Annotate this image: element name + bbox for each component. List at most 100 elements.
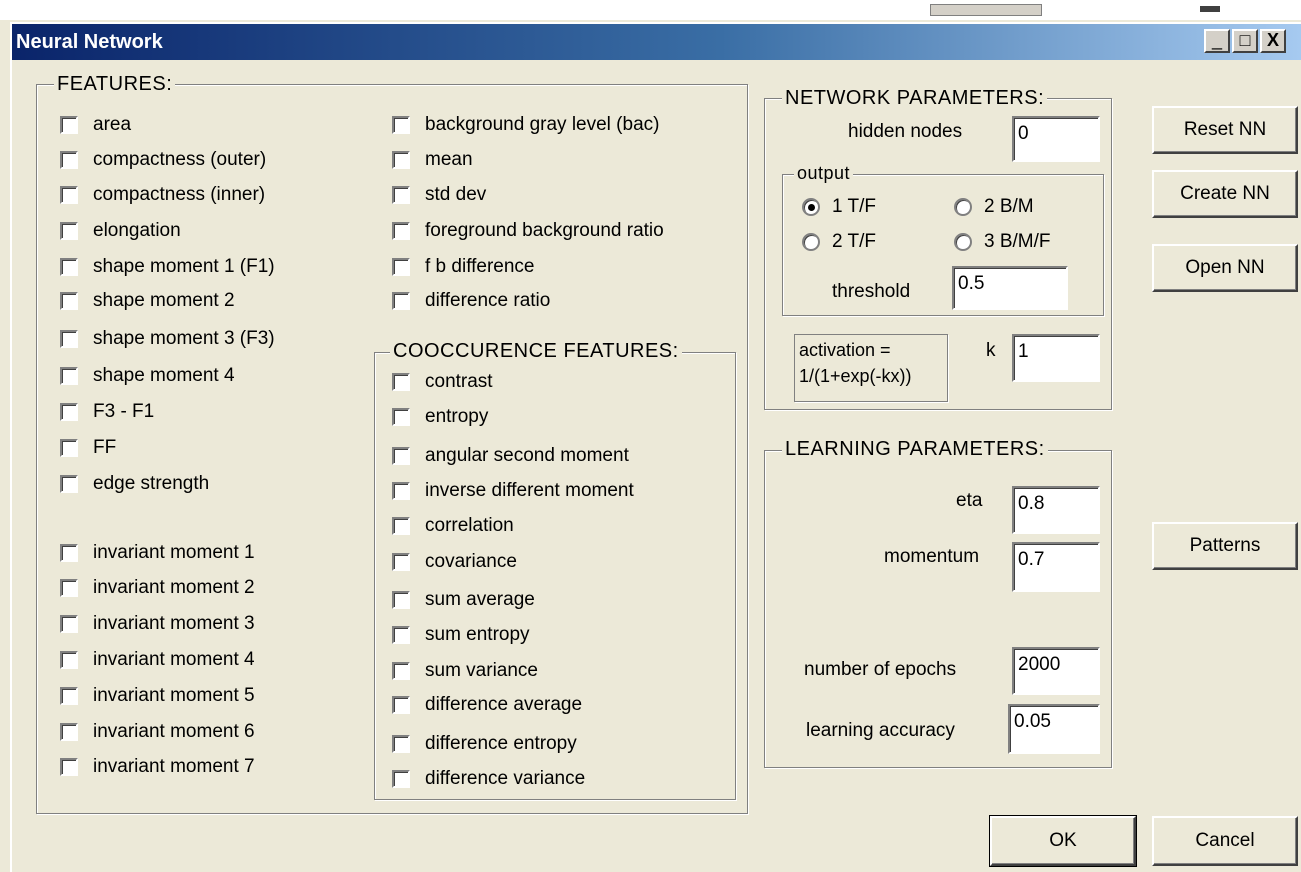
checkbox-invariant-moment-5[interactable]: invariant moment 5 (60, 681, 255, 711)
checkbox-invariant-moment-6[interactable]: invariant moment 6 (60, 717, 255, 747)
checkbox-box[interactable] (392, 770, 410, 788)
checkbox-box[interactable] (60, 116, 78, 134)
checkbox-shape-moment-4[interactable]: shape moment 4 (60, 361, 235, 391)
checkbox-entropy[interactable]: entropy (392, 402, 488, 432)
checkbox-f3-f1[interactable]: F3 - F1 (60, 397, 154, 427)
checkbox-inverse-different-moment[interactable]: inverse different moment (392, 476, 634, 506)
radio-1-tf[interactable]: 1 T/F (802, 193, 876, 221)
maximize-button[interactable]: □ (1232, 29, 1258, 53)
checkbox-invariant-moment-2[interactable]: invariant moment 2 (60, 573, 255, 603)
hidden-nodes-input[interactable]: 0 (1012, 116, 1100, 162)
checkbox-covariance[interactable]: covariance (392, 547, 517, 577)
checkbox-difference-ratio[interactable]: difference ratio (392, 286, 550, 316)
checkbox-invariant-moment-4[interactable]: invariant moment 4 (60, 645, 255, 675)
checkbox-box[interactable] (392, 662, 410, 680)
radio-3-bmf[interactable]: 3 B/M/F (954, 228, 1051, 256)
cancel-button[interactable]: Cancel (1152, 816, 1298, 866)
checkbox-box[interactable] (60, 151, 78, 169)
checkbox-invariant-moment-7[interactable]: invariant moment 7 (60, 752, 255, 782)
checkbox-box[interactable] (60, 439, 78, 457)
checkbox-ff[interactable]: FF (60, 433, 116, 463)
checkbox-box[interactable] (392, 591, 410, 609)
checkbox-box[interactable] (60, 687, 78, 705)
checkbox-f-b-difference[interactable]: f b difference (392, 252, 535, 282)
checkbox-background-gray-level[interactable]: background gray level (bac) (392, 110, 659, 140)
checkbox-box[interactable] (60, 651, 78, 669)
checkbox-sum-variance[interactable]: sum variance (392, 656, 538, 686)
checkbox-box[interactable] (60, 186, 78, 204)
checkbox-angular-second-moment[interactable]: angular second moment (392, 441, 629, 471)
radio-circle[interactable] (954, 233, 972, 251)
checkbox-edge-strength[interactable]: edge strength (60, 469, 209, 499)
checkbox-box[interactable] (60, 475, 78, 493)
close-button[interactable]: X (1260, 29, 1286, 53)
checkbox-difference-entropy[interactable]: difference entropy (392, 729, 577, 759)
radio-2-bm[interactable]: 2 B/M (954, 193, 1034, 221)
radio-circle[interactable] (802, 198, 820, 216)
checkbox-box[interactable] (392, 292, 410, 310)
patterns-button[interactable]: Patterns (1152, 522, 1298, 570)
checkbox-contrast[interactable]: contrast (392, 367, 493, 397)
checkbox-mean[interactable]: mean (392, 145, 473, 175)
k-input[interactable]: 1 (1012, 334, 1100, 382)
checkbox-correlation[interactable]: correlation (392, 511, 514, 541)
checkbox-box[interactable] (60, 579, 78, 597)
radio-2-tf[interactable]: 2 T/F (802, 228, 876, 256)
checkbox-box[interactable] (392, 696, 410, 714)
checkbox-box[interactable] (60, 292, 78, 310)
checkbox-shape-moment-3[interactable]: shape moment 3 (F3) (60, 324, 275, 354)
open-nn-button[interactable]: Open NN (1152, 244, 1298, 292)
learning-accuracy-input[interactable]: 0.05 (1008, 704, 1100, 754)
checkbox-label: correlation (425, 515, 514, 536)
checkbox-shape-moment-2[interactable]: shape moment 2 (60, 286, 235, 316)
checkbox-box[interactable] (392, 222, 410, 240)
checkbox-box[interactable] (392, 151, 410, 169)
number-of-epochs-input[interactable]: 2000 (1012, 647, 1100, 695)
checkbox-shape-moment-1[interactable]: shape moment 1 (F1) (60, 252, 275, 282)
checkbox-sum-entropy[interactable]: sum entropy (392, 620, 530, 650)
checkbox-std-dev[interactable]: std dev (392, 180, 486, 210)
checkbox-box[interactable] (60, 615, 78, 633)
create-nn-button[interactable]: Create NN (1152, 170, 1298, 218)
reset-nn-button[interactable]: Reset NN (1152, 106, 1298, 154)
checkbox-box[interactable] (60, 258, 78, 276)
checkbox-compactness-inner[interactable]: compactness (inner) (60, 180, 265, 210)
checkbox-box[interactable] (392, 373, 410, 391)
checkbox-box[interactable] (60, 367, 78, 385)
radio-circle[interactable] (954, 198, 972, 216)
radio-circle[interactable] (802, 233, 820, 251)
title-bar[interactable]: Neural Network _ □ X (12, 24, 1301, 60)
checkbox-box[interactable] (60, 758, 78, 776)
checkbox-box[interactable] (392, 553, 410, 571)
threshold-input[interactable]: 0.5 (952, 266, 1068, 310)
checkbox-difference-average[interactable]: difference average (392, 690, 582, 720)
checkbox-box[interactable] (392, 735, 410, 753)
checkbox-difference-variance[interactable]: difference variance (392, 764, 585, 794)
checkbox-box[interactable] (60, 544, 78, 562)
checkbox-sum-average[interactable]: sum average (392, 585, 535, 615)
checkbox-box[interactable] (60, 723, 78, 741)
checkbox-compactness-outer[interactable]: compactness (outer) (60, 145, 266, 175)
ok-button[interactable]: OK (989, 815, 1137, 867)
checkbox-box[interactable] (60, 330, 78, 348)
checkbox-box[interactable] (60, 403, 78, 421)
checkbox-box[interactable] (392, 447, 410, 465)
checkbox-box[interactable] (392, 116, 410, 134)
checkbox-box[interactable] (392, 482, 410, 500)
checkbox-box[interactable] (392, 517, 410, 535)
checkbox-elongation[interactable]: elongation (60, 216, 181, 246)
checkbox-foreground-background-ratio[interactable]: foreground background ratio (392, 216, 664, 246)
checkbox-box[interactable] (392, 408, 410, 426)
radio-label: 3 B/M/F (984, 231, 1051, 252)
checkbox-box[interactable] (392, 186, 410, 204)
checkbox-area[interactable]: area (60, 110, 131, 140)
checkbox-box[interactable] (392, 258, 410, 276)
checkbox-box[interactable] (60, 222, 78, 240)
checkbox-invariant-moment-3[interactable]: invariant moment 3 (60, 609, 255, 639)
checkbox-box[interactable] (392, 626, 410, 644)
checkbox-invariant-moment-1[interactable]: invariant moment 1 (60, 538, 255, 568)
minimize-button[interactable]: _ (1204, 29, 1230, 53)
eta-input[interactable]: 0.8 (1012, 486, 1100, 534)
network-parameters-title: NETWORK PARAMETERS: (782, 87, 1048, 110)
momentum-input[interactable]: 0.7 (1012, 542, 1100, 592)
